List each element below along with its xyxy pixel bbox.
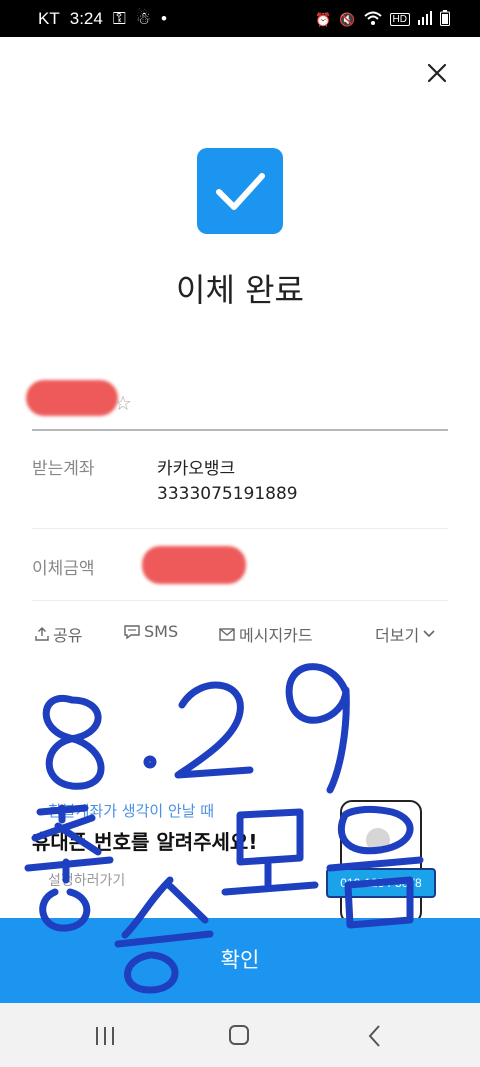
- battery-icon: [440, 10, 450, 29]
- sms-label: SMS: [144, 622, 179, 641]
- status-dot: •: [161, 9, 167, 28]
- system-nav-bar: [0, 1003, 480, 1067]
- chevron-down-icon: [423, 630, 435, 638]
- message-icon: [124, 624, 140, 639]
- close-icon: [427, 63, 447, 83]
- transfer-amount-label: 이체금액: [32, 559, 95, 579]
- phone-number-tag: 010-1234-5678: [326, 868, 436, 898]
- redacted-account-name: [26, 380, 118, 416]
- banner-setup-link[interactable]: 설정하러가기: [48, 870, 125, 890]
- star-outline-icon: ☆: [114, 391, 132, 415]
- phone-illustration: [340, 800, 422, 924]
- reddit-icon: ☃: [135, 9, 152, 28]
- account-name-underline: [32, 429, 448, 431]
- hd-badge: HD: [389, 13, 410, 26]
- phone-avatar-placeholder: [366, 828, 390, 852]
- status-bar: KT 3:24 ⚿ ☃ • ⏰ 🔇 HD: [0, 0, 480, 37]
- banner-title: 휴대폰 번호를 알려주세요!: [32, 830, 258, 854]
- confirm-button[interactable]: 확인: [0, 918, 480, 1003]
- share-button[interactable]: 공유: [34, 622, 82, 646]
- divider: [32, 528, 448, 529]
- account-number: 3333075191889: [157, 484, 298, 504]
- page-title: 이체 완료: [176, 271, 304, 309]
- back-button[interactable]: [355, 1021, 395, 1051]
- recent-apps-icon: [96, 1027, 114, 1045]
- redacted-transfer-amount: [142, 546, 246, 584]
- mute-icon: 🔇: [339, 11, 356, 27]
- message-card-button[interactable]: 메시지카드: [218, 622, 313, 646]
- message-card-label: 메시지카드: [239, 626, 313, 645]
- home-button[interactable]: [219, 1021, 259, 1051]
- receiver-account-label: 받는계좌: [32, 459, 95, 479]
- recent-apps-button[interactable]: [85, 1021, 125, 1051]
- home-icon: [229, 1025, 249, 1045]
- success-check-badge: [197, 148, 283, 234]
- carrier-label: KT: [38, 9, 60, 28]
- banner-subtitle: 환불계좌가 생각이 안날 때: [48, 802, 215, 820]
- favorite-button[interactable]: ☆: [114, 391, 132, 415]
- card-icon: [219, 628, 235, 641]
- share-label: 공유: [53, 626, 83, 645]
- close-button[interactable]: [420, 56, 454, 90]
- key-icon: ⚿: [112, 9, 126, 28]
- share-icon: [35, 627, 49, 641]
- more-button[interactable]: 더보기: [375, 622, 436, 646]
- signal-icon: [418, 11, 432, 28]
- bank-name: 카카오뱅크: [157, 459, 236, 479]
- more-label: 더보기: [375, 626, 420, 645]
- wifi-icon: [363, 11, 382, 28]
- alarm-icon: ⏰: [315, 11, 332, 27]
- divider: [32, 600, 448, 601]
- sms-button[interactable]: SMS: [123, 622, 178, 641]
- check-icon: [216, 173, 265, 210]
- time-label: 3:24: [69, 9, 103, 28]
- back-icon: [368, 1025, 380, 1047]
